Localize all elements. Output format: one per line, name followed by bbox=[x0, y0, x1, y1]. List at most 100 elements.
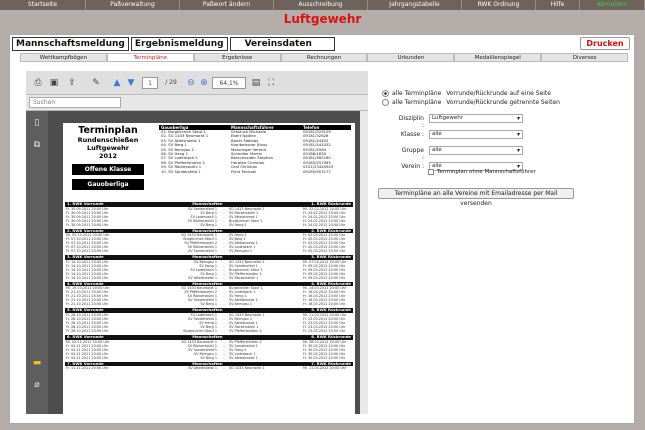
gruppe-label: Gruppe : bbox=[401, 147, 424, 161]
match-date-first: Fr. 21.10.2011 20:00 Uhr bbox=[66, 302, 109, 307]
match-home: SV Attelshoedz 1 bbox=[188, 366, 217, 371]
drucken-button[interactable]: Drucken bbox=[580, 37, 630, 50]
match-row: Fr. 28.10.2011 20:00 Uhr Burgkirchen Stau… bbox=[65, 329, 353, 333]
team-captain: Fürst Michael bbox=[231, 168, 257, 174]
pdf-side-panel: ▯ ⧉ ▬ ⌀ bbox=[26, 111, 48, 414]
subtab-diverses[interactable]: Diverses bbox=[541, 53, 629, 62]
nav-abmelden[interactable]: Abmelden bbox=[580, 0, 645, 10]
tab-ergebnismeldung[interactable]: Ergebnismeldung bbox=[130, 37, 228, 51]
subtab-wettkampfboegen[interactable]: Wettkampfbögen bbox=[20, 53, 107, 62]
match-row: Fr. 30.09.2011 20:00 Uhr SV Berg 1 - SV Hen… bbox=[65, 223, 353, 227]
comment-icon[interactable]: ✎ bbox=[88, 77, 104, 89]
match-away: SV Röckersbühl 1 bbox=[229, 275, 259, 280]
match-away: SV Attelshoedz 1 bbox=[229, 355, 258, 360]
nav-startseite[interactable]: Startseite bbox=[0, 0, 86, 10]
option2-label: alle Terminpläne bbox=[392, 99, 442, 106]
pdf-search-bar: Suchen bbox=[26, 95, 368, 111]
match-date-first: Fr. 04.11.2011 20:00 Uhr bbox=[66, 355, 109, 360]
bookmarks-icon[interactable]: ⧉ bbox=[31, 139, 43, 151]
disziplin-select[interactable]: Luftgewehr bbox=[429, 114, 523, 123]
no-captain-checkbox[interactable] bbox=[428, 169, 434, 175]
zoom-in-icon[interactable]: ⊕ bbox=[199, 77, 209, 89]
fit-page-icon[interactable]: ▤ bbox=[250, 77, 262, 89]
app-title: Luftgewehr bbox=[283, 12, 362, 26]
match-date-second: Fr. 16.03.2012 20:00 Uhr bbox=[303, 302, 346, 307]
match-date-first: Fr. 11.11.2011 20:00 Uhr bbox=[66, 366, 109, 371]
zoom-select[interactable]: 64,1% bbox=[212, 77, 246, 89]
match-vs: - bbox=[223, 328, 225, 333]
verein-label: Verein : bbox=[401, 163, 424, 170]
page-total: / 29 bbox=[165, 79, 177, 86]
match-date-second: Fr. 09.03.2012 20:00 Uhr bbox=[303, 275, 346, 280]
doc-league: Gauoberliga bbox=[72, 179, 144, 190]
doc-year: 2012 bbox=[98, 152, 118, 160]
radio-separate-pages[interactable] bbox=[382, 99, 389, 106]
match-away: SV Berngau 1 bbox=[229, 249, 253, 254]
match-away: SG 1433 Neumarkt 1 bbox=[229, 366, 265, 371]
match-vs: - bbox=[223, 302, 225, 307]
nav-passwort-aendern[interactable]: Paßwort ändern bbox=[180, 0, 274, 10]
nav-jahrgangstabelle[interactable]: Jahrgangstabelle bbox=[368, 0, 462, 10]
subtab-ergebnisse[interactable]: Ergebnisse bbox=[193, 53, 281, 62]
match-date-second: Fr. 24.02.2012 20:00 Uhr bbox=[303, 222, 346, 227]
team-row: 10. SV Sondersfeld 1 Fürst Michael 09185/9… bbox=[159, 168, 351, 174]
match-row: Fr. 11.11.2011 20:00 Uhr SV Attelshoedz 1… bbox=[65, 366, 353, 370]
round-block: 1. RWK Vorrunde Mannschaften 1. RWK Rückru… bbox=[65, 201, 353, 227]
nav-passverwaltung[interactable]: Paßverwaltung bbox=[86, 0, 180, 10]
pdf-search-input[interactable]: Suchen bbox=[29, 97, 121, 108]
match-vs: - bbox=[223, 222, 225, 227]
subtab-rechnungen[interactable]: Rechnungen bbox=[280, 53, 368, 62]
klasse-label: Klasse : bbox=[400, 131, 424, 138]
comments-icon[interactable]: ▬ bbox=[31, 357, 43, 369]
pdf-page: Terminplan Rundenschießen Luftgewehr 201… bbox=[63, 123, 355, 414]
round-block: 5. RWK Vorrunde Mannschaften 5. RWK Rückru… bbox=[65, 308, 353, 333]
main-panel: Mannschaftsmeldung Ergebnismeldung Verei… bbox=[9, 34, 635, 424]
nav-hilfe[interactable]: Hilfe bbox=[536, 0, 580, 10]
klasse-select[interactable]: alle bbox=[429, 130, 523, 139]
sub-tabs: Wettkampfbögen Terminpläne Ergebnisse Re… bbox=[20, 53, 629, 62]
nav-rwk-ordnung[interactable]: RWK Ordnung bbox=[462, 0, 536, 10]
pdf-scrollbar[interactable] bbox=[360, 111, 368, 414]
doc-title: Terminplan bbox=[78, 125, 138, 136]
gruppe-select[interactable]: alle bbox=[429, 146, 523, 155]
match-date-first: Fr. 30.09.2011 20:00 Uhr bbox=[66, 222, 109, 227]
match-date-second: Fr. 30.03.2012 20:00 Uhr bbox=[303, 355, 346, 360]
print-icon[interactable]: ⎙ bbox=[32, 77, 44, 89]
pages-icon[interactable]: ▯ bbox=[31, 117, 43, 129]
round-block: 4. RWK Vorrunde Mannschaften 4. RWK Rückru… bbox=[65, 281, 353, 306]
option-one-page[interactable]: alle Terminpläne Vorrunde/Rückrunde auf … bbox=[382, 90, 551, 97]
match-row: Fr. 14.10.2011 20:00 Uhr SV Attelshoedz 1… bbox=[65, 276, 353, 280]
team-list: Gauoberliga Mannschaftsführer Telefon 01… bbox=[159, 125, 351, 174]
main-tabs: Mannschaftsmeldung Ergebnismeldung Verei… bbox=[12, 37, 337, 51]
doc-discipline: Luftgewehr bbox=[86, 144, 129, 152]
match-home: Burgkirchen Stauf 1 bbox=[183, 328, 217, 333]
match-home: SV Attelshoedz 1 bbox=[188, 275, 217, 280]
match-row: Fr. 21.10.2011 20:00 Uhr SV Berg 1 - SV Ber… bbox=[65, 302, 353, 306]
page-down-icon[interactable]: ▼ bbox=[126, 77, 136, 89]
match-home: SV Berg 1 bbox=[200, 222, 217, 227]
fullscreen-icon[interactable]: ⛶ bbox=[265, 77, 277, 89]
zoom-out-icon[interactable]: ⊖ bbox=[186, 77, 196, 89]
save-icon[interactable]: ▣ bbox=[48, 77, 60, 89]
tab-vereinsdaten[interactable]: Vereinsdaten bbox=[229, 37, 335, 51]
subtab-urkunden[interactable]: Urkunden bbox=[367, 53, 455, 62]
doc-header: Terminplan Rundenschießen Luftgewehr 201… bbox=[67, 125, 149, 190]
subtab-terminplaene[interactable]: Terminpläne bbox=[106, 53, 194, 62]
page-number-input[interactable]: 1 bbox=[142, 77, 158, 89]
option-separate-pages[interactable]: alle Terminpläne Vorrunde/Rückrunde getr… bbox=[382, 99, 560, 106]
no-captain-label: Terminplan ohne Mannschaftsführer bbox=[437, 169, 536, 175]
match-date-second: Fr. 02.03.2012 20:00 Uhr bbox=[303, 249, 346, 254]
page-up-icon[interactable]: ▲ bbox=[112, 77, 122, 89]
round-block: 2. RWK Vorrunde Mannschaften 2. RWK Rückru… bbox=[65, 228, 353, 254]
subtab-medaillenspiegel[interactable]: Medaillenspiegel bbox=[454, 53, 542, 62]
send-mail-button[interactable]: Terminpläne an alle Vereine mit Emailadr… bbox=[378, 188, 574, 207]
match-date-first: Fr. 07.10.2011 20:00 Uhr bbox=[66, 249, 109, 254]
team-name: 10. SV Sondersfeld 1 bbox=[161, 168, 201, 174]
share-icon[interactable]: ⇪ bbox=[64, 77, 80, 89]
nav-ausschreibung[interactable]: Ausschreibung bbox=[274, 0, 368, 10]
radio-one-page[interactable] bbox=[382, 90, 389, 97]
attachment-icon[interactable]: ⌀ bbox=[31, 379, 43, 391]
no-captain-option[interactable]: Terminplan ohne Mannschaftsführer bbox=[428, 169, 536, 175]
match-vs: - bbox=[223, 249, 225, 254]
tab-mannschaftsmeldung[interactable]: Mannschaftsmeldung bbox=[12, 37, 129, 51]
